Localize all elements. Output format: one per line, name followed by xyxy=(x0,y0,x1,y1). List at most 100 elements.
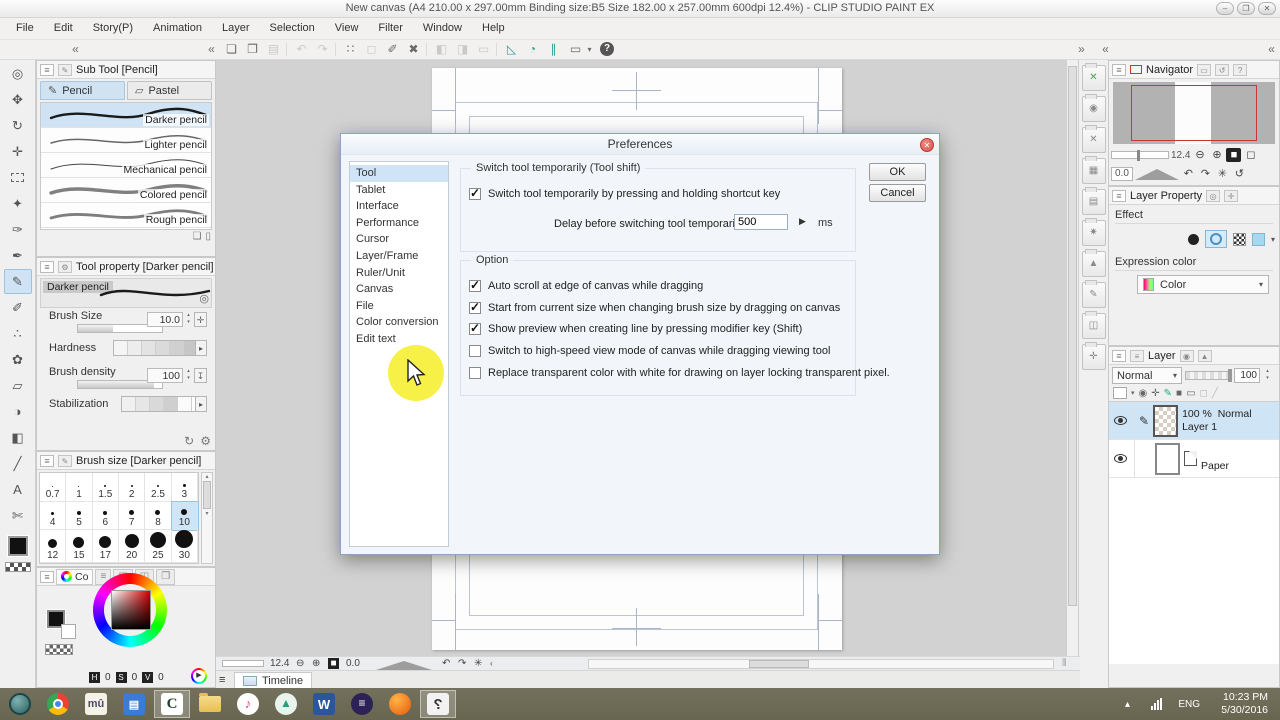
rotate-canvas-tool-icon[interactable]: ↻ xyxy=(4,113,32,138)
tab-color-wheel[interactable]: Co xyxy=(56,569,93,585)
hand-tool-icon[interactable]: ✥ xyxy=(4,87,32,112)
brush-size-scrollbar[interactable]: ▴ ▾ xyxy=(201,472,213,564)
layer-visibility-icon[interactable] xyxy=(1114,416,1127,425)
status-rotation-slider[interactable] xyxy=(376,661,432,670)
detail-settings-icon[interactable]: ⚙ xyxy=(200,434,211,448)
status-zoom-out-icon[interactable]: ⊖ xyxy=(296,657,304,670)
opacity-slider-thumb[interactable] xyxy=(1228,369,1232,382)
layer-thumbnail[interactable] xyxy=(1155,443,1180,475)
flip-horizontal-icon[interactable]: ↺ xyxy=(1232,167,1247,181)
item-bank-tab-icon[interactable]: ↺ xyxy=(1215,64,1229,76)
brush-size-option[interactable]: 3 xyxy=(172,473,198,502)
move-tool-icon[interactable]: ✛ xyxy=(4,139,32,164)
taskbar-clip-studio-paint[interactable]: ? xyxy=(420,690,456,718)
resize-grip-icon[interactable]: ⦀ xyxy=(1062,657,1066,670)
brush-size-option[interactable]: 2 xyxy=(119,473,145,502)
layer-comp-tab-icon[interactable]: ▲ xyxy=(1198,350,1212,362)
tab-color-history[interactable]: ❐ xyxy=(156,569,175,585)
minimize-button[interactable]: – xyxy=(1216,2,1234,15)
pencil-tool-icon[interactable]: ✎ xyxy=(4,269,32,294)
collapse-commandbar-icon[interactable]: « xyxy=(202,41,221,58)
color-mode-button[interactable] xyxy=(191,668,207,684)
tab-pastel[interactable]: ▱ Pastel xyxy=(127,81,212,100)
eraser-tool-icon[interactable]: ▱ xyxy=(4,373,32,398)
snap-special-ruler-icon[interactable]: ◔ xyxy=(523,41,542,58)
subtool-item-mechanical-pencil[interactable]: Mechanical pencil xyxy=(41,153,211,178)
material-layout-icon[interactable]: ▤ xyxy=(1082,189,1106,215)
enable-mask-icon[interactable]: ◻ xyxy=(1200,388,1208,399)
lock-layer-icon[interactable]: ■ xyxy=(1176,388,1182,399)
brush-size-value[interactable]: 10.0 xyxy=(147,312,183,327)
zoom-slider[interactable] xyxy=(1111,151,1169,159)
subtool-item-colored-pencil[interactable]: Colored pencil xyxy=(41,178,211,203)
rotation-value[interactable]: 0.0 xyxy=(1111,167,1133,181)
brush-size-option[interactable]: 6 xyxy=(93,502,119,531)
taskbar-clip-studio[interactable]: C xyxy=(154,690,190,718)
subtool-item-darker-pencil[interactable]: Darker pencil xyxy=(41,103,211,128)
layer-thumbnail[interactable] xyxy=(1153,405,1178,437)
stabilization-expand-icon[interactable]: ▸ xyxy=(195,396,207,412)
panel-menu-icon[interactable]: ≡ xyxy=(40,455,54,467)
status-rotate-left-icon[interactable]: ↶ xyxy=(442,657,450,670)
new-layer-swatch-icon[interactable] xyxy=(1113,387,1127,399)
spin-up-icon[interactable]: ▴ xyxy=(187,368,190,374)
timeline-menu-icon[interactable]: ≡ xyxy=(219,674,225,686)
snap-ruler-icon[interactable]: ◺ xyxy=(502,41,521,58)
zoom-tool-icon[interactable]: ◎ xyxy=(4,61,32,86)
subview-tab-icon[interactable]: ▭ xyxy=(1197,64,1211,76)
panel-menu-icon[interactable]: ≡ xyxy=(40,64,54,76)
menu-window[interactable]: Window xyxy=(413,18,472,39)
status-rotate-right-icon[interactable]: ↷ xyxy=(458,657,466,670)
opacity-slider[interactable] xyxy=(1185,371,1231,380)
text-tool-icon[interactable]: A xyxy=(4,477,32,502)
tab-pencil[interactable]: ✎ Pencil xyxy=(40,81,125,100)
taskbar-android-studio[interactable]: ▲ xyxy=(268,690,304,718)
panel-menu-icon[interactable]: ≡ xyxy=(1112,190,1126,202)
blend-mode-dropdown[interactable]: Normal ▾ xyxy=(1112,367,1182,384)
menu-story[interactable]: Story(P) xyxy=(83,18,143,39)
clipping-mask-icon[interactable]: ◉ xyxy=(1139,388,1148,399)
frame-border-tool-icon[interactable]: ✄ xyxy=(4,503,32,528)
spin-up-icon[interactable]: ▴ xyxy=(187,312,190,318)
collapse-right-dock-icon[interactable]: « xyxy=(1096,41,1115,58)
actual-size-icon[interactable]: ■ xyxy=(1226,148,1241,162)
decoration-tool-icon[interactable]: ✿ xyxy=(4,347,32,372)
expand-selection-icon[interactable]: ✖ xyxy=(404,41,423,58)
material-pose-icon[interactable]: ✛ xyxy=(1082,344,1106,370)
fit-to-screen-icon[interactable]: ◻ xyxy=(1243,148,1258,162)
reset-settings-icon[interactable]: ↻ xyxy=(184,434,194,448)
taskbar-musescore[interactable]: mû xyxy=(78,690,114,718)
category-color-conversion[interactable]: Color conversion xyxy=(350,314,448,331)
hue-value[interactable]: 0 xyxy=(105,672,111,683)
rotate-right-icon[interactable]: ↷ xyxy=(1198,167,1213,181)
scroll-thumb[interactable] xyxy=(203,481,211,509)
expand-right-dock-icon[interactable]: » xyxy=(1072,41,1091,58)
status-zoom-slider[interactable] xyxy=(222,660,264,667)
close-button[interactable]: ✕ xyxy=(1258,2,1276,15)
material-tone-icon[interactable]: ▦ xyxy=(1082,158,1106,184)
taskbar-app-blue[interactable]: ▤ xyxy=(116,690,152,718)
spin-down-icon[interactable]: ▾ xyxy=(187,375,190,381)
cancel-button[interactable]: Cancel xyxy=(869,184,926,202)
spin-down-icon[interactable]: ▾ xyxy=(187,319,190,325)
brush-size-option[interactable]: 20 xyxy=(119,530,145,563)
brush-size-option[interactable]: 17 xyxy=(93,530,119,563)
tool-shift-checkbox[interactable]: ✓ xyxy=(469,188,481,200)
zoom-slider-thumb[interactable] xyxy=(1137,150,1140,161)
foreground-color-swatch[interactable] xyxy=(8,536,28,556)
menu-selection[interactable]: Selection xyxy=(260,18,325,39)
menu-animation[interactable]: Animation xyxy=(143,18,212,39)
reset-rotation-icon[interactable]: ✳ xyxy=(1215,167,1230,181)
subtool-item-rough-pencil[interactable]: Rough pencil xyxy=(41,203,211,228)
brush-size-option[interactable]: 7 xyxy=(119,502,145,531)
delay-stepper-icon[interactable]: ▶ xyxy=(799,216,806,227)
layer-color-effect-icon[interactable] xyxy=(1252,233,1265,246)
figure-tool-icon[interactable]: ╱ xyxy=(4,451,32,476)
sub-color-swatch[interactable] xyxy=(61,624,76,639)
category-edit-text[interactable]: Edit text xyxy=(350,331,448,348)
material-download-icon[interactable]: ✕ xyxy=(1082,65,1106,91)
category-ruler-unit[interactable]: Ruler/Unit xyxy=(350,265,448,282)
value-value[interactable]: 0 xyxy=(158,672,164,683)
layer-search-tab-icon[interactable]: ◉ xyxy=(1180,350,1194,362)
scroll-up-icon[interactable]: ▴ xyxy=(205,474,208,480)
